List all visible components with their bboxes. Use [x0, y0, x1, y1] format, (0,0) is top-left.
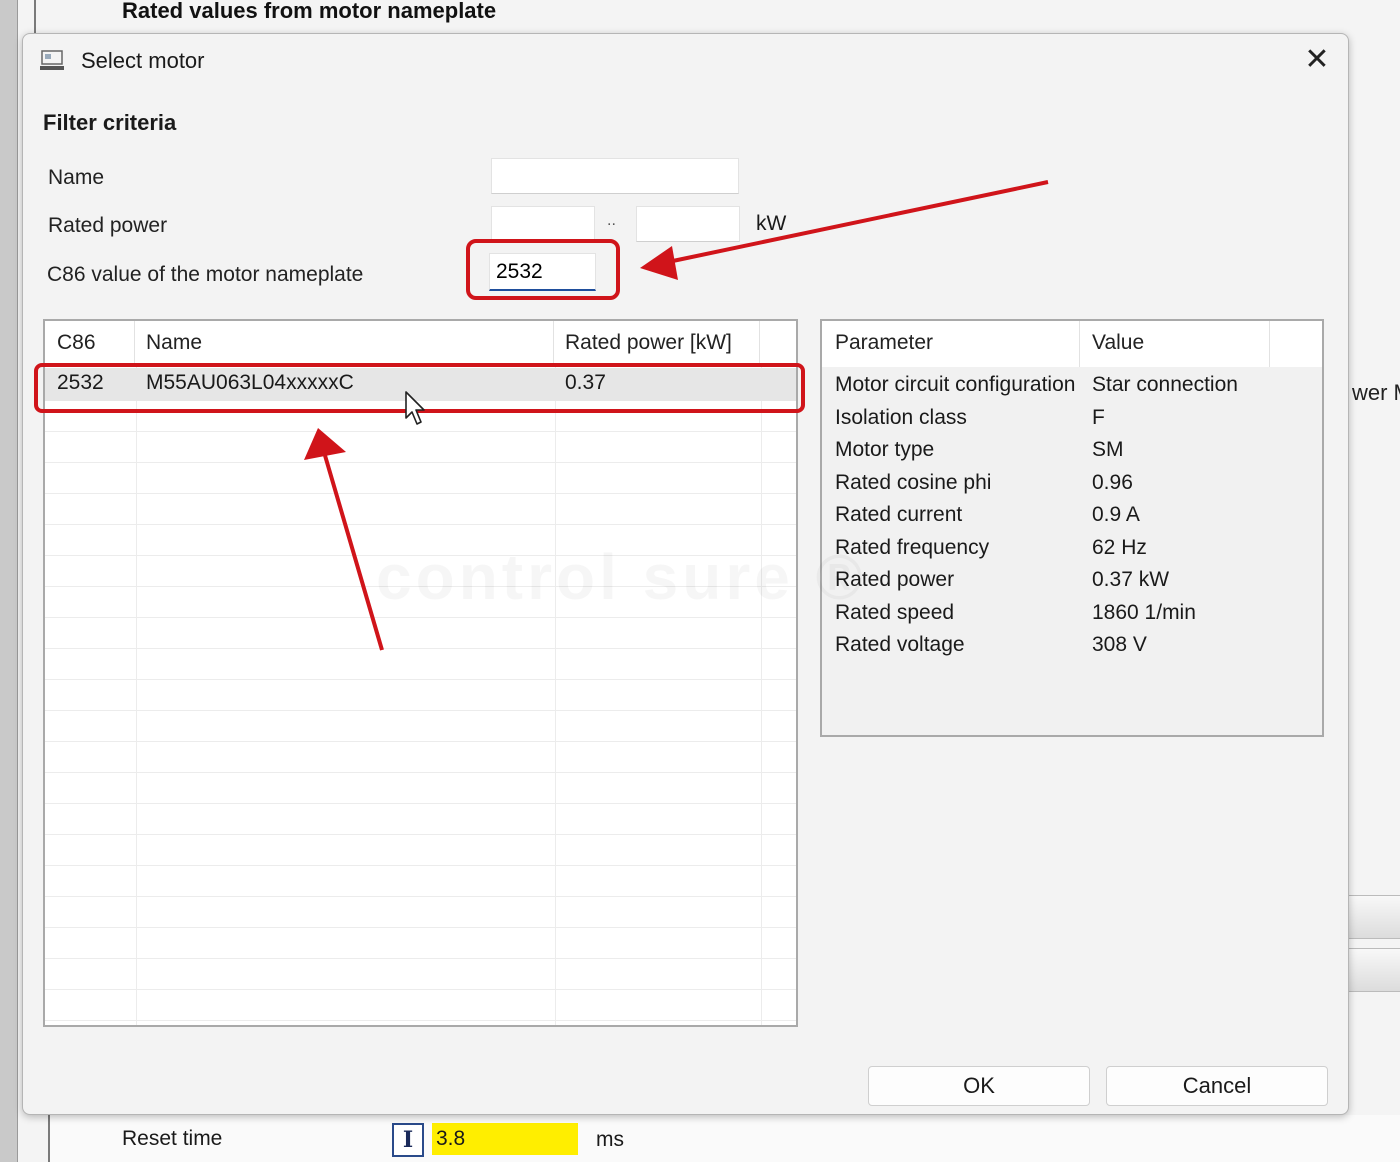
parameter-row: Motor circuit configuration Star connecti… [822, 370, 1322, 402]
empty-grid-row [45, 649, 796, 680]
empty-grid-row [45, 494, 796, 525]
empty-grid-row [45, 618, 796, 649]
parameter-value: 0.96 [1092, 470, 1133, 494]
monitor-icon [40, 50, 64, 70]
column-header-name[interactable]: Name [146, 331, 202, 355]
parameter-row: Rated voltage 308 V [822, 630, 1322, 662]
empty-grid-row [45, 773, 796, 804]
c86-label: C86 value of the motor nameplate [47, 263, 364, 286]
background-left-bar [0, 0, 18, 1162]
parameter-table: Parameter Value Motor circuit configurat… [820, 319, 1324, 737]
empty-grid-row [45, 897, 796, 928]
empty-grid-row [45, 990, 796, 1021]
parameter-value: 308 V [1092, 633, 1147, 656]
cell-rated-power: 0.37 [565, 371, 606, 394]
table-header: C86 Name Rated power [kW] [45, 321, 796, 367]
close-button[interactable]: ✕ [1295, 42, 1339, 78]
column-header-c86[interactable]: C86 [57, 331, 96, 355]
dialog-title: Select motor [81, 48, 205, 73]
parameter-row: Rated speed 1860 1/min [822, 598, 1322, 630]
rated-power-unit: kW [756, 212, 787, 235]
empty-grid-row [45, 1021, 796, 1025]
background-button[interactable] [1348, 948, 1400, 992]
parameter-name: Motor type [835, 438, 935, 461]
empty-grid-row [45, 866, 796, 897]
column-header-value[interactable]: Value [1092, 331, 1144, 355]
background-parameter-row [50, 1115, 1400, 1162]
parameter-row: Rated frequency 62 Hz [822, 533, 1322, 565]
column-header-rated-power[interactable]: Rated power [kW] [565, 331, 732, 355]
parameter-table-header: Parameter Value [822, 321, 1322, 367]
parameter-name: Motor circuit configuration [835, 373, 1076, 396]
empty-grid-row [45, 432, 796, 463]
background-section-title: Rated values from motor nameplate [122, 0, 497, 23]
background-partial-label: wer Ma [1352, 380, 1400, 405]
rated-power-label: Rated power [48, 214, 168, 237]
parameter-row: Isolation class F [822, 403, 1322, 435]
empty-grid-row [45, 804, 796, 835]
parameter-value: Star connection [1092, 373, 1238, 396]
parameter-value: 62 Hz [1092, 535, 1147, 559]
empty-grid-row [45, 959, 796, 990]
parameter-row: Rated current 0.9 A [822, 500, 1322, 532]
parameter-name: Rated current [835, 503, 963, 526]
name-input[interactable] [491, 158, 739, 194]
parameter-value: SM [1092, 438, 1124, 461]
rated-power-max-input[interactable] [636, 206, 740, 242]
empty-grid-row [45, 711, 796, 742]
watermark-logo: control sure ® [376, 540, 867, 614]
mouse-pointer-icon [405, 391, 425, 425]
parameter-name: Rated voltage [835, 633, 965, 656]
empty-grid-row [45, 742, 796, 773]
parameter-value: F [1092, 405, 1105, 429]
ok-button[interactable]: OK [868, 1066, 1090, 1106]
empty-grid-row [45, 928, 796, 959]
range-separator: .. [607, 212, 616, 229]
empty-grid-row [45, 680, 796, 711]
close-icon: ✕ [1304, 43, 1330, 76]
parameter-row: Rated cosine phi 0.96 [822, 468, 1322, 500]
background-button[interactable] [1348, 895, 1400, 939]
cell-c86: 2532 [57, 371, 104, 394]
parameter-name: Rated cosine phi [835, 470, 992, 494]
empty-grid-row [45, 463, 796, 494]
column-header-parameter[interactable]: Parameter [835, 331, 933, 355]
cancel-button[interactable]: Cancel [1106, 1066, 1328, 1106]
parameter-value: 0.9 A [1092, 503, 1140, 526]
rated-power-min-input[interactable] [491, 206, 595, 242]
c86-input[interactable] [489, 253, 596, 291]
parameter-name: Isolation class [835, 405, 967, 429]
empty-grid-row [45, 835, 796, 866]
parameter-row: Rated power 0.37 kW [822, 565, 1322, 597]
reset-time-indicator: I [392, 1123, 424, 1157]
grid-column-line [761, 321, 762, 1025]
parameter-value: 0.37 kW [1092, 568, 1170, 591]
grid-column-line [555, 321, 556, 1025]
cell-name: M55AU063L04xxxxxC [146, 371, 354, 394]
parameter-row: Motor type SM [822, 435, 1322, 467]
reset-time-value[interactable]: 3.8 [432, 1123, 578, 1155]
reset-time-unit: ms [596, 1128, 624, 1151]
name-label: Name [48, 166, 105, 189]
filter-criteria-heading: Filter criteria [43, 110, 177, 135]
reset-time-label: Reset time [122, 1127, 223, 1150]
grid-column-line [136, 321, 137, 1025]
parameter-value: 1860 1/min [1092, 600, 1196, 624]
